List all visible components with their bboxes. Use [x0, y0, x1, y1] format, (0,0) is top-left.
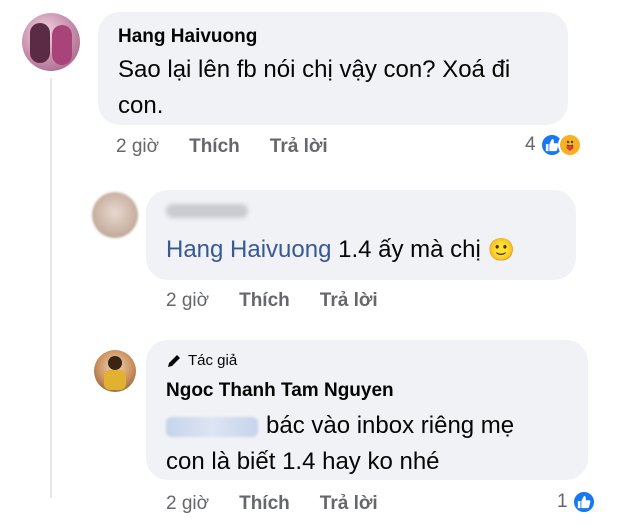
reaction-count: 4: [525, 134, 536, 155]
comment-text: bác vào inbox riêng mẹ con là biết 1.4 h…: [166, 408, 576, 480]
reaction-summary-1[interactable]: 4: [525, 133, 582, 157]
mention-link[interactable]: Hang Haivuong: [166, 236, 331, 263]
comment-text: Sao lại lên fb nói chị vậy con? Xoá đi c…: [118, 52, 558, 124]
reaction-summary-3[interactable]: 1: [557, 490, 596, 514]
reaction-count: 1: [557, 491, 568, 512]
author-badge-label: Tác giả: [188, 352, 238, 369]
blurred-author-name[interactable]: [166, 204, 248, 218]
comment-time[interactable]: 2 giờ: [166, 290, 209, 312]
avatar-ngoc-thanh-tam[interactable]: [94, 350, 136, 392]
care-icon: [557, 133, 582, 157]
comment-text-line: con.: [118, 92, 164, 119]
reply-button[interactable]: Trả lời: [320, 290, 378, 312]
like-button[interactable]: Thích: [239, 493, 290, 515]
comment-actions-2: 2 giờ Thích Trả lời: [166, 290, 408, 312]
pencil-icon: [168, 354, 180, 367]
comment-text-line: bác vào inbox riêng mẹ: [266, 412, 515, 439]
comment-bubble-2: Hang Haivuong 1.4 ấy mà chị 🙂: [146, 190, 576, 280]
comment-bubble-1: Hang Haivuong Sao lại lên fb nói chị vậy…: [98, 12, 568, 125]
smile-emoji-icon: 🙂: [487, 237, 515, 262]
comment-bubble-3: Tác giả Ngoc Thanh Tam Nguyen bác vào in…: [146, 340, 588, 480]
comment-author[interactable]: Hang Haivuong: [118, 26, 257, 48]
comment-text-line: Sao lại lên fb nói chị vậy con? Xoá đi: [118, 56, 511, 83]
avatar-hang-haivuong[interactable]: [22, 13, 80, 71]
avatar-blurred[interactable]: [92, 192, 138, 238]
comment-text: Hang Haivuong 1.4 ấy mà chị 🙂: [166, 232, 515, 268]
thread-line: [50, 78, 52, 498]
comment-time[interactable]: 2 giờ: [166, 493, 209, 515]
like-icon: [571, 490, 596, 514]
comment-actions-3: 2 giờ Thích Trả lời: [166, 493, 408, 515]
author-badge: Tác giả: [166, 352, 237, 369]
comment-text-body: 1.4 ấy mà chị: [331, 236, 488, 263]
comment-author[interactable]: Ngoc Thanh Tam Nguyen: [166, 380, 394, 402]
reply-button[interactable]: Trả lời: [270, 136, 328, 158]
comment-time[interactable]: 2 giờ: [116, 136, 159, 158]
comment-actions-1: 2 giờ Thích Trả lời: [116, 136, 358, 158]
like-button[interactable]: Thích: [239, 290, 290, 312]
like-button[interactable]: Thích: [189, 136, 240, 158]
reply-button[interactable]: Trả lời: [320, 493, 378, 515]
blurred-mention[interactable]: [166, 416, 258, 437]
comment-text-line: con là biết 1.4 hay ko nhé: [166, 448, 440, 475]
